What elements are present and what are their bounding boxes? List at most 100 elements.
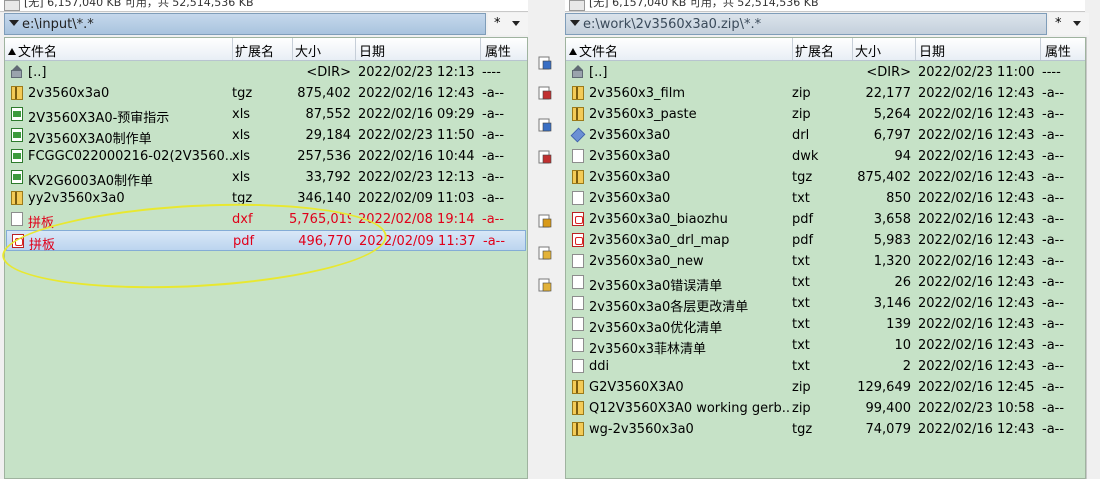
- file-row[interactable]: 2v3560x3a0 tgz 875,402 2022/02/16 12:43 -a--: [6, 83, 526, 104]
- file-name: 2V3560X3A0制作单: [28, 132, 152, 147]
- file-row[interactable]: 2v3560x3a0 dwk 94 2022/02/16 12:43 -a--: [567, 146, 1084, 167]
- left-file-panel[interactable]: 文件名 扩展名 大小 日期 属性 [..] <DIR> 2022/02/23 12:…: [4, 37, 528, 479]
- file-name: 2v3560x3a0优化清单: [589, 321, 723, 336]
- right-column-header: 文件名 扩展名 大小 日期 属性: [566, 38, 1085, 61]
- file-row[interactable]: 2v3560x3_film zip 22,177 2022/02/16 12:43 -a…: [567, 83, 1084, 104]
- file-date: 2022/02/16 12:43: [918, 86, 1035, 101]
- left-path-bar[interactable]: e:\input\*.*: [4, 13, 486, 35]
- header-ext[interactable]: 扩展名: [795, 41, 834, 60]
- find-files-icon[interactable]: [537, 55, 553, 71]
- header-size[interactable]: 大小: [295, 41, 321, 60]
- header-size[interactable]: 大小: [855, 41, 881, 60]
- path-menu-arrow-icon[interactable]: [570, 20, 580, 26]
- filter-star-button[interactable]: *: [1055, 16, 1062, 31]
- file-attr: -a--: [1042, 170, 1065, 185]
- pdf-file-icon: [572, 233, 584, 247]
- file-size: 3,146: [873, 296, 911, 311]
- file-date: 2022/02/16 12:43: [918, 338, 1035, 353]
- header-name[interactable]: 文件名: [8, 41, 57, 60]
- right-scroll-edge[interactable]: [1086, 37, 1100, 479]
- file-row[interactable]: 2v3560x3a0 tgz 875,402 2022/02/16 12:43 -a--: [567, 167, 1084, 188]
- left-drive-free-space: [无] 6,157,040 KB 可用，共 52,514,536 KB: [24, 0, 254, 9]
- file-ext: xls: [232, 149, 251, 164]
- excel-file-icon: [11, 149, 23, 163]
- file-name: 2v3560x3a0_drl_map: [589, 233, 730, 248]
- file-ext: zip: [792, 401, 811, 416]
- file-ext: tgz: [232, 86, 253, 101]
- file-ext: pdf: [792, 212, 814, 227]
- file-ext: dxf: [232, 212, 253, 227]
- file-attr: -a--: [1042, 149, 1065, 164]
- header-attr[interactable]: 属性: [485, 41, 511, 60]
- file-row[interactable]: Q12V3560X3A0 working gerb... zip 99,400 202…: [567, 398, 1084, 419]
- file-name: Q12V3560X3A0 working gerb...: [589, 401, 791, 416]
- file-date: 2022/02/16 12:43: [918, 107, 1035, 122]
- drive-icon[interactable]: [569, 0, 585, 11]
- copy-files-icon[interactable]: [537, 117, 553, 133]
- move-files-icon[interactable]: [537, 149, 553, 165]
- file-row[interactable]: 2V3560X3A0制作单 xls 29,184 2022/02/23 11:50 -a…: [6, 125, 526, 147]
- file-attr: -a--: [482, 170, 505, 185]
- file-row[interactable]: 2v3560x3_paste zip 5,264 2022/02/16 12:43 -a…: [567, 104, 1084, 125]
- file-row[interactable]: 2v3560x3菲林清单 txt 10 2022/02/16 12:43 -a--: [567, 335, 1084, 357]
- file-attr: -a--: [483, 234, 506, 249]
- new-folder-icon[interactable]: [537, 245, 553, 261]
- header-name[interactable]: 文件名: [569, 41, 618, 60]
- pack-files-icon[interactable]: [537, 213, 553, 229]
- file-ext: txt: [792, 359, 810, 374]
- file-ext: pdf: [792, 233, 814, 248]
- file-ext: dwk: [792, 149, 819, 164]
- file-attr: -a--: [1042, 359, 1065, 374]
- file-size: 496,770: [298, 234, 352, 249]
- pdf-file-icon: [572, 212, 584, 226]
- file-row[interactable]: FCGGC022000216-02(2V3560... xls 257,536 202…: [6, 146, 526, 167]
- filter-star-button[interactable]: *: [494, 16, 501, 31]
- file-row[interactable]: G2V3560X3A0 zip 129,649 2022/02/16 12:45 -a-…: [567, 377, 1084, 398]
- file-row[interactable]: wg-2v3560x3a0 tgz 74,079 2022/02/16 12:43 -a…: [567, 419, 1084, 440]
- file-row[interactable]: 2v3560x3a0_new txt 1,320 2022/02/16 12:43 -a…: [567, 251, 1084, 272]
- file-row[interactable]: 2v3560x3a0各层更改清单 txt 3,146 2022/02/16 12:43…: [567, 293, 1084, 315]
- file-row[interactable]: yy2v3560x3a0 tgz 346,140 2022/02/09 11:03 -a…: [6, 188, 526, 209]
- header-attr[interactable]: 属性: [1045, 41, 1071, 60]
- drive-icon[interactable]: [4, 0, 20, 11]
- text-file-icon: [572, 317, 584, 331]
- delete-file-icon[interactable]: [537, 85, 553, 101]
- archive-icon: [572, 86, 584, 100]
- file-name: 2v3560x3_paste: [589, 107, 697, 122]
- header-date[interactable]: 日期: [919, 41, 945, 60]
- right-file-panel[interactable]: 文件名 扩展名 大小 日期 属性 [..] <DIR> 2022/02/23 11:…: [565, 37, 1086, 479]
- history-dropdown-icon[interactable]: [1073, 21, 1081, 26]
- open-folder-icon[interactable]: [537, 277, 553, 293]
- parent-dir-row[interactable]: [..] <DIR> 2022/02/23 12:13 ----: [6, 62, 526, 83]
- file-date: 2022/02/23 12:13: [358, 65, 475, 80]
- parent-dir-row[interactable]: [..] <DIR> 2022/02/23 11:00 ----: [567, 62, 1084, 83]
- file-attr: -a--: [482, 86, 505, 101]
- file-row[interactable]: 2v3560x3a0 drl 6,797 2022/02/16 12:43 -a--: [567, 125, 1084, 146]
- header-date[interactable]: 日期: [359, 41, 385, 60]
- left-drive-info: [无] 6,157,040 KB 可用，共 52,514,536 KB: [0, 0, 528, 12]
- parent-dir-icon: [572, 65, 584, 79]
- history-dropdown-icon[interactable]: [512, 21, 520, 26]
- file-row[interactable]: 拼板 pdf 496,770 2022/02/09 11:37 -a--: [6, 230, 526, 253]
- file-row[interactable]: 拼板 dxf 5,765,019 2022/02/08 19:14 -a--: [6, 209, 526, 231]
- file-size: 99,400: [865, 401, 912, 416]
- file-row[interactable]: 2v3560x3a0 txt 850 2022/02/16 12:43 -a--: [567, 188, 1084, 209]
- file-attr: -a--: [1042, 212, 1065, 227]
- file-row[interactable]: 2V3560X3A0-预审指示 xls 87,552 2022/02/16 09:29…: [6, 104, 526, 126]
- file-size: 1,320: [873, 254, 911, 269]
- file-row[interactable]: KV2G6003A0制作单 xls 33,792 2022/02/23 12:13 -a…: [6, 167, 526, 189]
- path-menu-arrow-icon[interactable]: [9, 20, 19, 26]
- file-row[interactable]: 2v3560x3a0优化清单 txt 139 2022/02/16 12:43 -a--: [567, 314, 1084, 336]
- right-drive-info: [无] 6,157,040 KB 可用，共 52,514,536 KB: [565, 0, 1085, 12]
- header-ext[interactable]: 扩展名: [235, 41, 274, 60]
- file-row[interactable]: 2v3560x3a0错误清单 txt 26 2022/02/16 12:43 -a--: [567, 272, 1084, 294]
- file-name: ddi: [589, 359, 610, 374]
- file-name: 2v3560x3_film: [589, 86, 685, 101]
- file-row[interactable]: ddi txt 2 2022/02/16 12:43 -a--: [567, 356, 1084, 377]
- file-row[interactable]: 2v3560x3a0_biaozhu pdf 3,658 2022/02/16 12:…: [567, 209, 1084, 230]
- file-size: 2: [902, 359, 911, 374]
- right-path-bar[interactable]: e:\work\2v3560x3a0.zip\*.*: [565, 13, 1047, 35]
- file-row[interactable]: 2v3560x3a0_drl_map pdf 5,983 2022/02/16 12:…: [567, 230, 1084, 251]
- file-name: 2v3560x3a0_new: [589, 254, 704, 269]
- text-file-icon: [11, 212, 23, 226]
